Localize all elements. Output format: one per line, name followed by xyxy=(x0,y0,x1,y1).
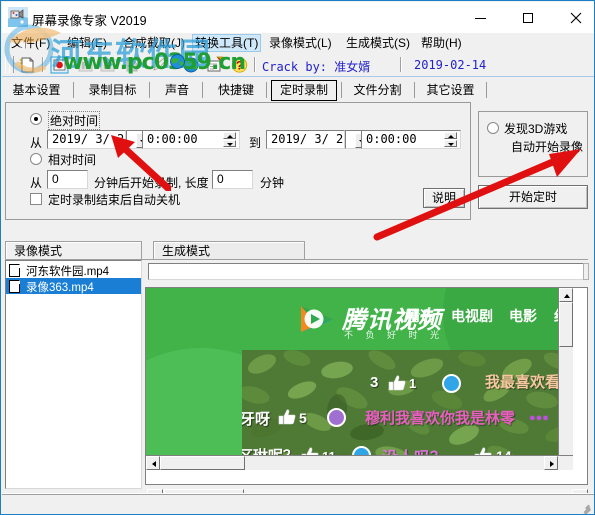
label-absolute-time: 绝对时间 xyxy=(48,111,101,130)
label-relative-from: 从 xyxy=(30,176,43,190)
list-item-label: 录像363.mp4 xyxy=(26,282,94,294)
danmaku-text: 穆利我喜欢你我是林零 xyxy=(365,410,516,427)
path-input-scroll-stub[interactable] xyxy=(583,263,589,280)
list-item[interactable]: 河东软件园.mp4 xyxy=(6,262,141,278)
tab-divider-2 xyxy=(149,82,150,98)
tab-hotkeys[interactable]: 快捷键 xyxy=(210,80,262,100)
mode-tab-record[interactable]: 录像模式 xyxy=(5,241,142,260)
tab-other-settings[interactable]: 其它设置 xyxy=(419,80,482,100)
scroll-thumb-vertical[interactable] xyxy=(559,302,573,347)
tab-sound[interactable]: 声音 xyxy=(157,80,197,100)
file-icon xyxy=(9,264,20,277)
tab-divider-7 xyxy=(486,82,487,98)
radio-detect-3d-game[interactable] xyxy=(487,122,499,134)
tab-divider-3 xyxy=(202,82,203,98)
path-input[interactable] xyxy=(148,263,588,280)
label-from: 从 xyxy=(30,136,43,150)
help-button[interactable]: 说明 xyxy=(423,188,465,208)
preview-site-header: 腾讯视频 不 负 好 时 光 精选 电视剧 电影 纪 xyxy=(146,288,573,350)
danmaku-text: 牙呀 xyxy=(242,411,271,428)
list-item[interactable]: 录像363.mp4 xyxy=(6,278,141,294)
tab-scheduled-record[interactable]: 定时录制 xyxy=(271,80,337,101)
video-preview-panel[interactable]: 腾讯视频 不 负 好 时 光 精选 电视剧 电影 纪 xyxy=(145,287,588,485)
preview-vertical-scrollbar[interactable] xyxy=(558,288,573,470)
preview-horizontal-scrollbar[interactable] xyxy=(146,455,573,470)
avatar xyxy=(442,374,461,393)
danmaku-text: 3 xyxy=(370,374,379,391)
avatar xyxy=(327,408,346,427)
tab-divider-4 xyxy=(266,82,267,98)
tencent-video-logo-icon xyxy=(298,302,336,336)
label-relative-middle: 分钟后开始录制, 长度 xyxy=(94,176,209,190)
menu-record-mode[interactable]: 录像模式(L) xyxy=(266,35,335,51)
label-relative-unit: 分钟 xyxy=(260,176,285,190)
mode-tab-generate[interactable]: 生成模式 xyxy=(153,241,305,260)
end-date-field[interactable]: 2019/ 3/ 2 xyxy=(266,130,345,149)
tab-divider-5 xyxy=(341,82,342,98)
schedule-panel: 绝对时间 从 2019/ 3/ 2 0:00:00 到 2019/ 3/ 2 0… xyxy=(5,102,471,220)
checkbox-shutdown-after[interactable] xyxy=(30,193,42,205)
menu-help[interactable]: 帮助(H) xyxy=(418,35,465,51)
tab-divider-1 xyxy=(73,82,74,98)
label-to: 到 xyxy=(249,136,262,150)
menu-generate-mode[interactable]: 生成模式(S) xyxy=(343,35,413,51)
start-schedule-button[interactable]: 开始定时 xyxy=(478,185,588,209)
relative-length-input[interactable]: 0 xyxy=(212,170,253,189)
label-relative-time: 相对时间 xyxy=(48,153,97,167)
danmaku-text: ●●● xyxy=(529,412,549,424)
recording-file-list[interactable]: 河东软件园.mp4 录像363.mp4 xyxy=(5,260,142,489)
minimize-button[interactable] xyxy=(457,3,503,33)
video-preview-canvas: 腾讯视频 不 负 好 时 光 精选 电视剧 电影 纪 xyxy=(146,288,573,470)
toolbar-separator-3 xyxy=(400,57,402,72)
close-button[interactable] xyxy=(553,3,594,33)
radio-relative-time[interactable] xyxy=(30,153,42,165)
scroll-up-button[interactable] xyxy=(559,288,573,302)
preview-nav-movies: 电影 xyxy=(509,308,537,324)
app-window: 屏幕录像专家 V2019 文件(F) 编辑(E) 合成截取(J) 转换工具(T)… xyxy=(0,0,595,515)
start-date-field[interactable]: 2019/ 3/ 2 xyxy=(47,130,126,149)
start-time-spinner[interactable] xyxy=(223,132,236,147)
tab-file-split[interactable]: 文件分割 xyxy=(346,80,409,100)
settings-tabstrip: 基本设置 录制目标 声音 快捷键 定时录制 文件分割 其它设置 xyxy=(5,80,487,102)
scroll-right-button[interactable] xyxy=(544,456,558,470)
watermark-site-url: www.pc0359.cn xyxy=(63,50,246,75)
preview-video-frame: 3 1 我最喜欢看了。 牙呀 5 穆利我喜欢你我是林零 ●●● 区琳呢？ xyxy=(242,350,573,470)
toolbar-date-text: 2019-02-14 xyxy=(414,58,487,72)
status-bar-divider xyxy=(2,494,594,495)
toolbar-separator-2 xyxy=(254,57,256,72)
game3d-panel: 发现3D游戏 自动开始录像 xyxy=(478,111,588,177)
list-item-label: 河东软件园.mp4 xyxy=(26,266,110,278)
tab-basic-settings[interactable]: 基本设置 xyxy=(5,80,68,100)
file-icon xyxy=(9,280,20,293)
end-time-spinner[interactable] xyxy=(444,132,457,147)
label-shutdown-after: 定时录制结束后自动关机 xyxy=(48,193,181,207)
danmaku-text: 5 xyxy=(299,410,307,426)
label-detect-3d-game-line1: 发现3D游戏 xyxy=(504,122,568,136)
radio-absolute-time[interactable] xyxy=(30,113,42,125)
scroll-thumb-horizontal[interactable] xyxy=(160,456,245,470)
danmaku-text: 1 xyxy=(409,376,417,391)
maximize-button[interactable] xyxy=(505,3,551,33)
scroll-left-button[interactable] xyxy=(146,456,160,470)
status-bar xyxy=(2,493,594,514)
crack-credit-text: Crack by: 准女婿 xyxy=(262,60,371,74)
preview-nav-featured: 精选 xyxy=(406,308,434,324)
relative-delay-input[interactable]: 0 xyxy=(47,170,88,189)
preview-nav-tvseries: 电视剧 xyxy=(451,308,493,324)
watermark-globe-icon xyxy=(169,53,186,70)
thumbs-up-icon xyxy=(278,409,296,428)
tab-divider-6 xyxy=(414,82,415,98)
tab-record-target[interactable]: 录制目标 xyxy=(81,80,144,100)
preview-brand-slogan: 不 负 好 时 光 xyxy=(344,330,445,340)
label-detect-3d-game-line2: 自动开始录像 xyxy=(511,140,584,154)
thumbs-up-icon xyxy=(388,375,406,394)
resize-grip[interactable] xyxy=(580,502,593,514)
